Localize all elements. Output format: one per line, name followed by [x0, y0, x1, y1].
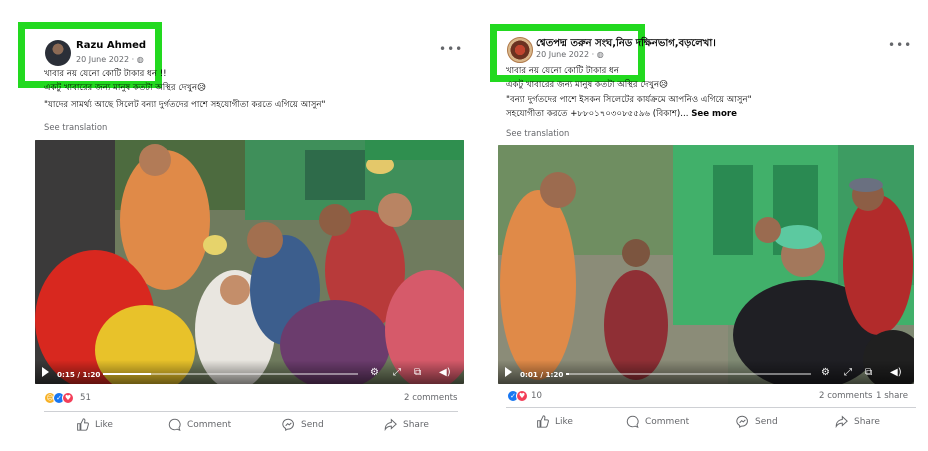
send-label: Send — [755, 416, 778, 427]
volume-icon[interactable]: ◀) — [890, 367, 902, 379]
divider — [44, 411, 458, 412]
avatar[interactable] — [507, 37, 533, 63]
comment-label: Comment — [645, 416, 690, 427]
video-frame — [498, 145, 914, 384]
video-player[interactable]: 0:01 / 1:20 ⚙ ⤢ ⧉ ◀) — [498, 145, 914, 384]
send-button[interactable]: Send — [736, 415, 778, 428]
more-options-icon[interactable]: ••• — [888, 38, 912, 52]
comment-button[interactable]: Comment — [626, 415, 689, 428]
like-button[interactable]: Like — [536, 415, 573, 428]
like-label: Like — [95, 419, 113, 430]
share-label: Share — [854, 416, 880, 427]
picture-in-picture-icon[interactable]: ⧉ — [414, 367, 421, 379]
video-time: 0:15 / 1:20 — [57, 370, 101, 379]
see-translation-link[interactable]: See translation — [44, 122, 107, 132]
send-button[interactable]: Send — [282, 418, 324, 431]
globe-icon: ◍ — [136, 55, 144, 64]
avatar[interactable] — [45, 40, 71, 66]
love-reaction-icon: ♥ — [516, 390, 528, 402]
post-meta: 20 June 2022 · ◍ — [536, 50, 604, 59]
reaction-count[interactable]: 51 — [80, 393, 91, 403]
video-player[interactable]: 0:15 / 1:20 ⚙ ⤢ ⧉ ◀) — [35, 140, 464, 384]
share-icon — [384, 418, 397, 431]
post-text-line: সহযোগীতা করতে +৮৮০১৭০৩০৮৫৫৯৬ (বিকাশ)... … — [506, 107, 737, 121]
settings-icon[interactable]: ⚙ — [370, 367, 379, 379]
fullscreen-icon[interactable]: ⤢ — [393, 367, 401, 379]
post-text-line: খাবার নয় যেনো কোটি টাকার ধন — [506, 66, 619, 76]
share-label: Share — [403, 419, 429, 430]
post-date[interactable]: 20 June 2022 — [76, 55, 129, 64]
author-name[interactable]: Razu Ahmed — [76, 40, 146, 51]
facebook-post-1: Razu Ahmed 20 June 2022 · ◍ ••• খাবার নয… — [0, 0, 470, 451]
post-text-line: একটু খাবারের জন্য মানুষ কতটা অস্থির দেখু… — [506, 80, 669, 90]
comment-icon — [168, 418, 181, 431]
reaction-icons[interactable]: ☹ ✓ ♥ — [44, 392, 84, 406]
volume-icon[interactable]: ◀) — [439, 367, 451, 379]
shares-count[interactable]: 1 share — [876, 391, 908, 401]
post-text-line-content: সহযোগীতা করতে +৮৮০১৭০৩০৮৫৫৯৬ (বিকাশ)... — [506, 109, 692, 119]
video-frame — [35, 140, 464, 384]
post-text-line: খাবার নয় যেনো কোটি টাকার ধন !! — [44, 69, 167, 79]
facebook-post-2: শ্বেতপদ্ম তরুন সংঘ,নিড দক্ষিনভাগ,বড়লেখা… — [470, 0, 928, 451]
share-button[interactable]: Share — [835, 415, 880, 428]
video-progress-fill — [103, 373, 151, 375]
post-text-line: "বন্যা দুর্গতদের পাশে ইসকন সিলেটের কার্য… — [506, 95, 752, 105]
send-label: Send — [301, 419, 324, 430]
comment-icon — [626, 415, 639, 428]
post-text-line: একটু খাবারের জন্য মানুষ কতটা অস্থির দেখু… — [44, 83, 207, 93]
video-time: 0:01 / 1:20 — [520, 370, 564, 379]
fullscreen-icon[interactable]: ⤢ — [844, 367, 852, 379]
video-progress-fill — [566, 373, 570, 375]
see-more-link[interactable]: See more — [691, 109, 737, 119]
video-progress-bar[interactable] — [566, 373, 811, 375]
play-icon[interactable] — [42, 367, 49, 377]
comments-count[interactable]: 2 comments — [819, 391, 873, 401]
video-controls: 0:15 / 1:20 ⚙ ⤢ ⧉ ◀) — [35, 360, 464, 384]
video-progress-bar[interactable] — [103, 373, 358, 375]
messenger-icon — [282, 418, 294, 431]
share-icon — [835, 415, 848, 428]
play-icon[interactable] — [505, 367, 512, 377]
comment-button[interactable]: Comment — [168, 418, 231, 431]
post-date[interactable]: 20 June 2022 — [536, 50, 589, 59]
globe-icon: ◍ — [596, 50, 604, 59]
post-text-line: "যাদের সামর্থ্য আছে সিলেট বন্যা দুর্গতদে… — [44, 100, 326, 110]
more-options-icon[interactable]: ••• — [439, 42, 463, 56]
divider — [506, 407, 916, 408]
see-translation-link[interactable]: See translation — [506, 128, 569, 138]
picture-in-picture-icon[interactable]: ⧉ — [865, 367, 872, 379]
reaction-count[interactable]: 10 — [531, 391, 542, 401]
comment-label: Comment — [187, 419, 232, 430]
like-label: Like — [555, 416, 573, 427]
messenger-icon — [736, 415, 748, 428]
thumbs-up-icon — [77, 418, 89, 431]
love-reaction-icon: ♥ — [62, 392, 74, 404]
thumbs-up-icon — [537, 415, 549, 428]
share-button[interactable]: Share — [384, 418, 429, 431]
post-meta: 20 June 2022 · ◍ — [76, 55, 144, 64]
comments-count[interactable]: 2 comments — [404, 393, 458, 403]
settings-icon[interactable]: ⚙ — [821, 367, 830, 379]
video-controls: 0:01 / 1:20 ⚙ ⤢ ⧉ ◀) — [498, 360, 914, 384]
like-button[interactable]: Like — [76, 418, 113, 431]
